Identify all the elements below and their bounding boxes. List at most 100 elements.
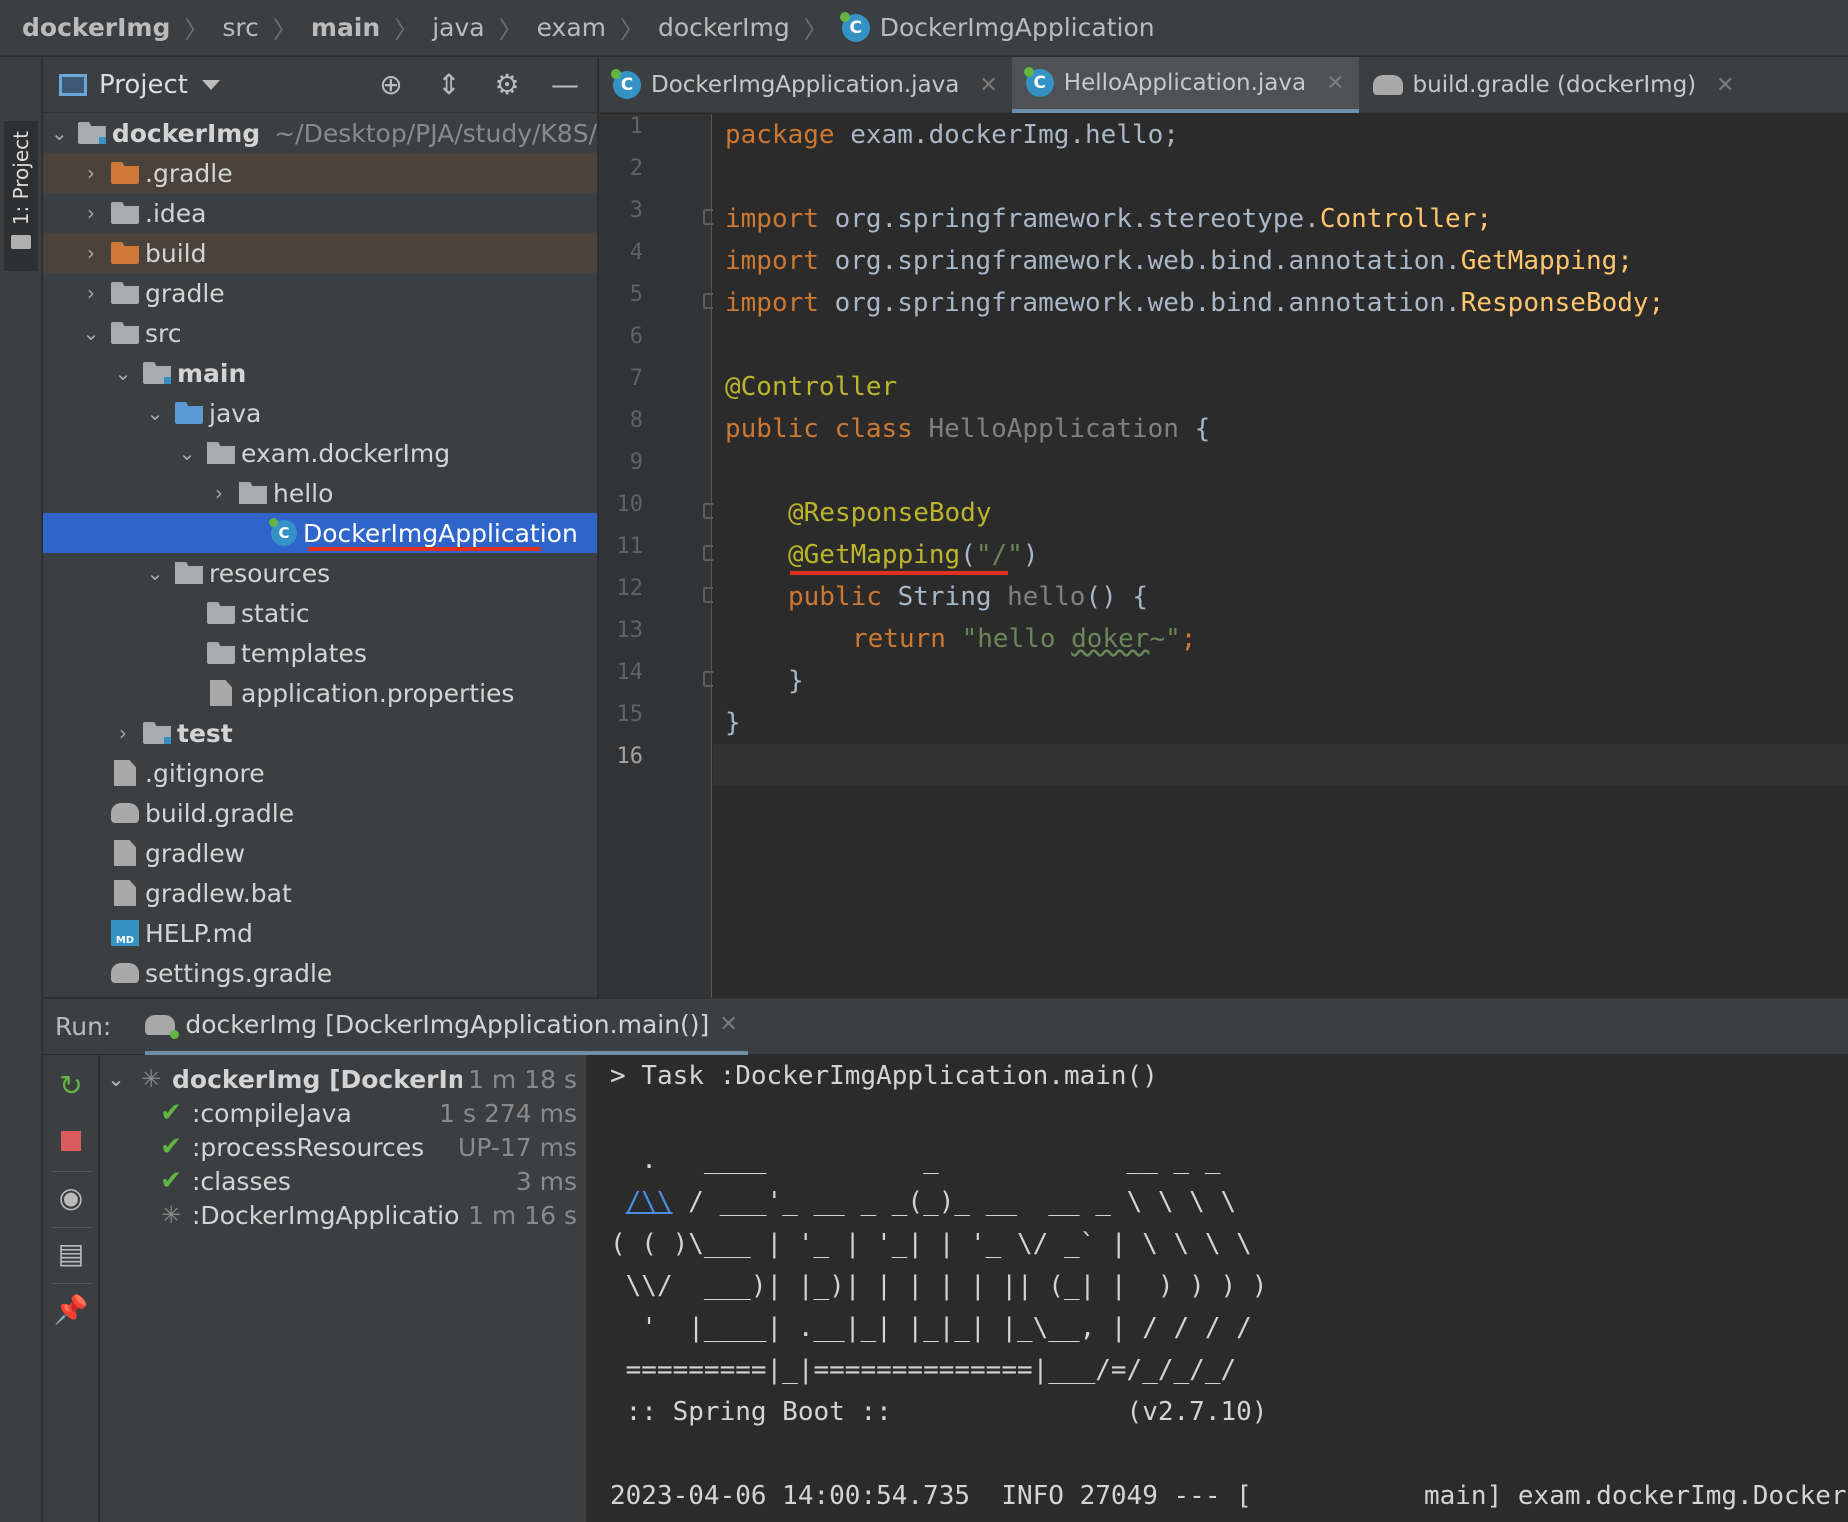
- excluded-folder-icon: [111, 242, 139, 264]
- run-task-item[interactable]: ✳ :DockerImgApplicatio 1 m 16 s: [100, 1195, 587, 1235]
- tab-label: HelloApplication.java: [1063, 70, 1307, 96]
- console-line: > Task :DockerImgApplication.main(): [610, 1061, 1158, 1091]
- tree-item-test[interactable]: › test: [43, 713, 597, 753]
- breadcrumb-separator-icon: 〉: [498, 16, 523, 44]
- chevron-right-icon[interactable]: ›: [79, 281, 103, 305]
- breadcrumb-item[interactable]: main: [311, 13, 380, 42]
- tree-item-label: test: [177, 718, 233, 748]
- breadcrumb-item[interactable]: dockerImg: [22, 13, 170, 42]
- close-icon[interactable]: ✕: [1326, 71, 1344, 96]
- layout-icon[interactable]: ▤: [55, 1237, 87, 1270]
- line-number: 1: [629, 114, 643, 139]
- chevron-right-icon[interactable]: ›: [111, 721, 135, 745]
- excluded-folder-icon: [111, 162, 139, 184]
- code-line-8: public class HelloApplication {: [725, 414, 1211, 444]
- editor-gutter: 1 2 3 4 5 6 7 8 9 10 11 12 13 14 15 16: [599, 114, 717, 998]
- folder-icon: [111, 202, 139, 224]
- tree-item-java[interactable]: ⌄ java: [43, 393, 597, 433]
- code-line-1: package exam.dockerImg.hello;: [725, 120, 1179, 150]
- code-line-10: @ResponseBody: [788, 498, 992, 528]
- tree-item-build[interactable]: › build: [43, 233, 597, 273]
- chevron-right-icon[interactable]: ›: [79, 201, 103, 225]
- gear-icon[interactable]: ⚙: [491, 68, 523, 101]
- tree-item-gradlew-bat[interactable]: gradlew.bat: [43, 873, 597, 913]
- pin-icon[interactable]: 📌: [54, 1293, 89, 1326]
- source-root-folder-icon: [175, 402, 203, 424]
- breadcrumb-item[interactable]: dockerImg: [658, 13, 790, 42]
- close-icon[interactable]: ✕: [979, 73, 997, 98]
- hide-panel-icon[interactable]: —: [549, 68, 581, 101]
- tree-item-gradlew[interactable]: gradlew: [43, 833, 597, 873]
- chevron-down-icon[interactable]: ⌄: [143, 561, 167, 585]
- red-underline-annotation: [308, 547, 541, 551]
- tab-docker-img-application[interactable]: C DockerImgApplication.java ✕: [599, 57, 1012, 113]
- rerun-icon[interactable]: ↻: [55, 1069, 87, 1102]
- chevron-right-icon[interactable]: ›: [79, 161, 103, 185]
- chevron-down-icon[interactable]: ⌄: [49, 121, 70, 145]
- project-view-selector[interactable]: Project: [99, 70, 188, 100]
- gradle-icon: [1372, 75, 1403, 95]
- close-icon[interactable]: ✕: [1716, 73, 1734, 98]
- breadcrumb-item[interactable]: src: [222, 13, 259, 42]
- tree-item-resources[interactable]: ⌄ resources: [43, 553, 597, 593]
- chevron-down-icon[interactable]: ⌄: [175, 441, 199, 465]
- tree-item-label: .gitignore: [145, 758, 265, 788]
- breadcrumb-item-class[interactable]: C DockerImgApplication: [839, 11, 1155, 42]
- line-number: 8: [629, 408, 643, 433]
- breadcrumb-separator-icon: 〉: [184, 16, 209, 44]
- close-icon[interactable]: ✕: [719, 1012, 737, 1037]
- tree-item-docker-img-application[interactable]: C DockerImgApplication: [43, 513, 597, 553]
- code-line-13: return "hello doker~";: [852, 624, 1197, 654]
- tree-item-help-md[interactable]: MD HELP.md: [43, 913, 597, 953]
- tree-item-static[interactable]: static: [43, 593, 597, 633]
- locate-file-icon[interactable]: ⊕: [375, 68, 407, 101]
- folder-icon: [207, 642, 235, 664]
- chevron-right-icon[interactable]: ›: [207, 481, 231, 505]
- chevron-down-icon[interactable]: ⌄: [79, 321, 103, 345]
- class-icon: C: [839, 11, 870, 42]
- tree-item-settings-gradle[interactable]: settings.gradle: [43, 953, 597, 993]
- line-number: 5: [629, 282, 643, 307]
- tree-item-application-properties[interactable]: application.properties: [43, 673, 597, 713]
- line-number: 12: [616, 576, 644, 601]
- code-editor[interactable]: package exam.dockerImg.hello; import org…: [713, 114, 1848, 998]
- chevron-right-icon[interactable]: ›: [79, 241, 103, 265]
- tree-item-root[interactable]: ⌄ dockerImg ~/Desktop/PJA/study/K8S/: [43, 113, 597, 153]
- tree-item-gradle-dir[interactable]: › .gradle: [43, 153, 597, 193]
- stop-icon[interactable]: [55, 1125, 87, 1157]
- chevron-down-icon[interactable]: [201, 79, 220, 90]
- breadcrumb-item[interactable]: exam: [537, 13, 606, 42]
- project-view-icon: [59, 73, 87, 96]
- run-console[interactable]: > Task :DockerImgApplication.main() . __…: [588, 1055, 1848, 1522]
- tree-item-gradle[interactable]: › gradle: [43, 273, 597, 313]
- tab-label: build.gradle (dockerImg): [1412, 72, 1697, 98]
- chevron-down-icon[interactable]: ⌄: [111, 361, 135, 385]
- task-time: 1 m 18 s: [468, 1064, 577, 1094]
- collapse-all-icon[interactable]: ⇕: [433, 68, 465, 101]
- tree-item-hello[interactable]: › hello: [43, 473, 597, 513]
- code-line-5: import org.springframework.web.bind.anno…: [725, 288, 1665, 318]
- tree-item-src[interactable]: ⌄ src: [43, 313, 597, 353]
- tab-build-gradle[interactable]: build.gradle (dockerImg) ✕: [1359, 57, 1749, 113]
- tree-item-build-gradle[interactable]: build.gradle: [43, 793, 597, 833]
- project-tool-window-button[interactable]: 1: Project: [4, 121, 38, 271]
- eye-icon[interactable]: ◉: [55, 1181, 87, 1214]
- tree-item-package-exam[interactable]: ⌄ exam.dockerImg: [43, 433, 597, 473]
- chevron-down-icon[interactable]: ⌄: [143, 401, 167, 425]
- tab-hello-application[interactable]: C HelloApplication.java ✕: [1011, 57, 1359, 113]
- console-link[interactable]: /\\: [626, 1187, 673, 1217]
- tree-item-main[interactable]: ⌄ main: [43, 353, 597, 393]
- breadcrumb-item[interactable]: java: [432, 13, 484, 42]
- code-line-3: import org.springframework.stereotype.Co…: [725, 204, 1493, 234]
- tree-item-idea[interactable]: › .idea: [43, 193, 597, 233]
- tree-item-templates[interactable]: templates: [43, 633, 597, 673]
- tree-item-label: hello: [273, 478, 334, 508]
- run-configuration-tab[interactable]: dockerImg [DockerImgApplication.main()] …: [145, 999, 748, 1055]
- tree-item-label: .gradle: [145, 158, 233, 188]
- line-number: 2: [629, 156, 643, 181]
- tree-item-gitignore[interactable]: .gitignore: [43, 753, 597, 793]
- chevron-down-icon[interactable]: ⌄: [104, 1067, 128, 1091]
- left-tool-stripe: 1: Project: [0, 57, 42, 1522]
- project-stripe-label: 1: Project: [9, 131, 33, 226]
- tree-item-label: main: [177, 358, 247, 388]
